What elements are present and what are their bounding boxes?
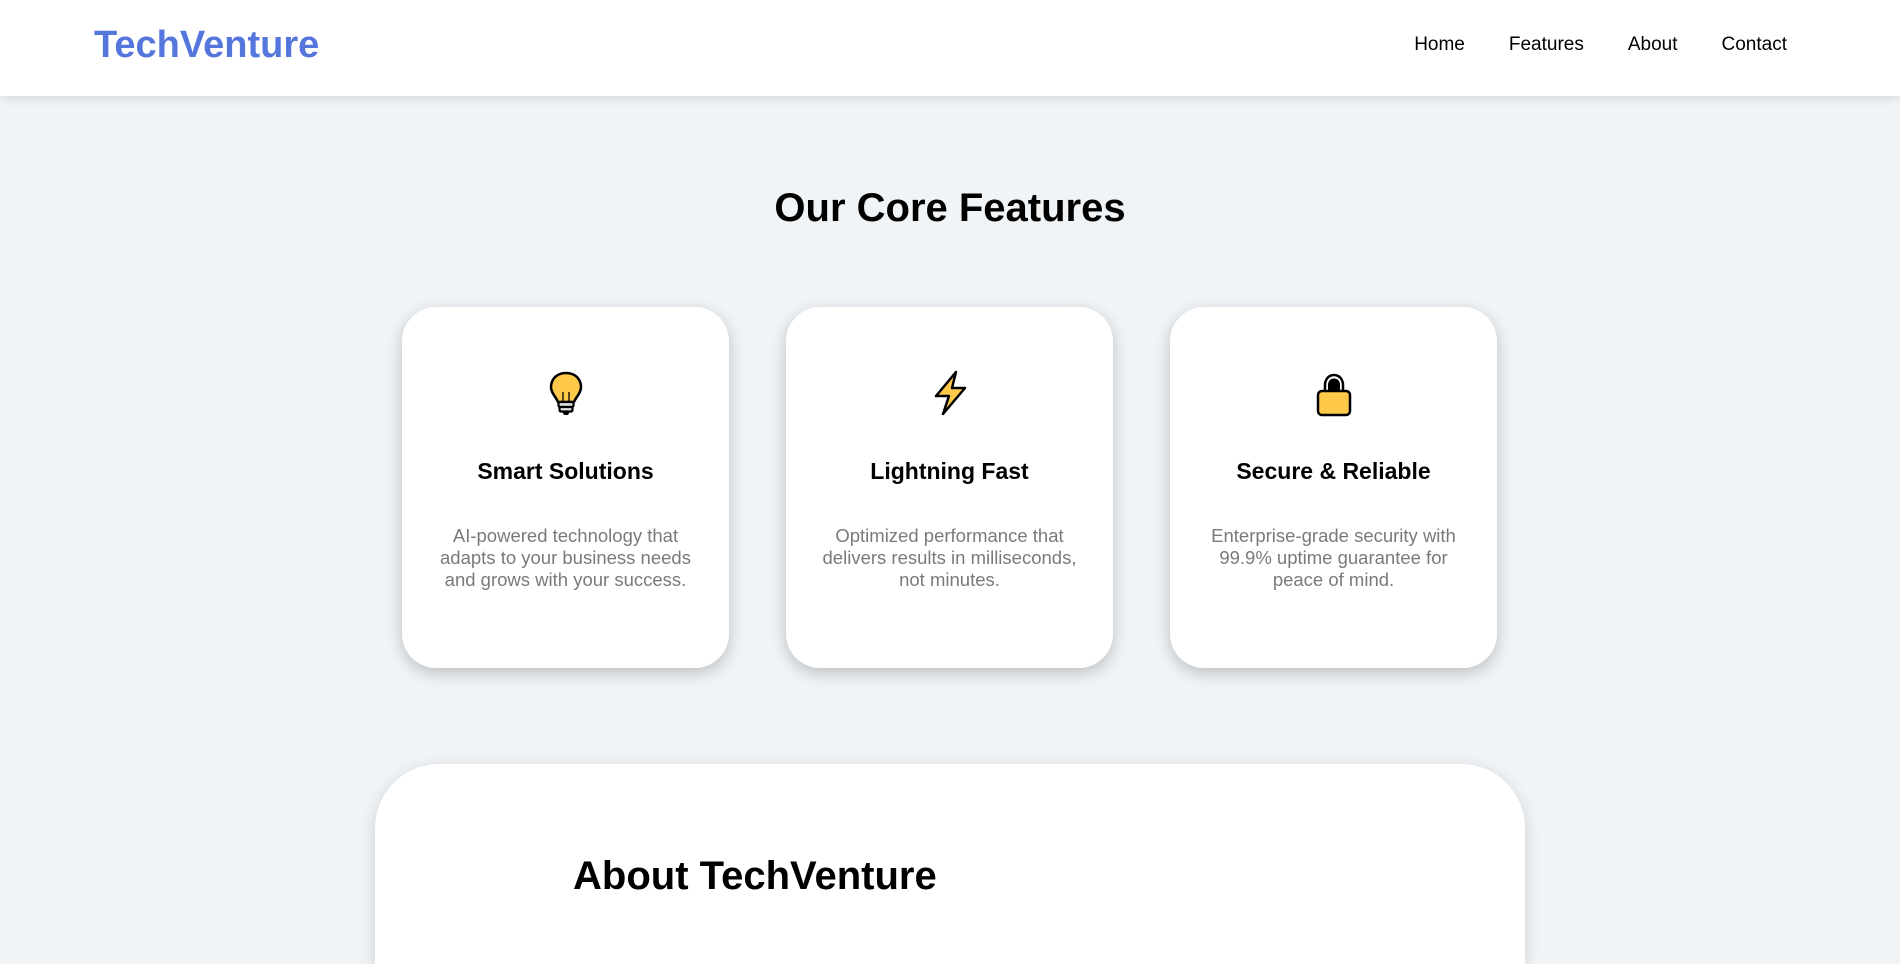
feature-card-description: Enterprise-grade security with 99.9% upt… (1211, 525, 1456, 590)
feature-card-lightning-fast: Lightning Fast Optimized performance tha… (786, 307, 1113, 668)
feature-card-title: Smart Solutions (477, 458, 654, 484)
feature-card-secure-reliable: Secure & Reliable Enterprise-grade secur… (1170, 307, 1497, 668)
about-section: About TechVenture (375, 764, 1525, 964)
features-title: Our Core Features (774, 186, 1126, 230)
feature-card-title: Secure & Reliable (1236, 458, 1431, 484)
nav-link-features[interactable]: Features (1509, 32, 1584, 58)
feature-card-title: Lightning Fast (870, 458, 1029, 484)
lock-icon (1170, 368, 1497, 418)
nav-link-home[interactable]: Home (1414, 32, 1465, 58)
feature-card-description: Optimized performance that delivers resu… (822, 525, 1077, 590)
lightning-icon (786, 368, 1113, 418)
about-title: About TechVenture (573, 854, 937, 898)
lightbulb-icon (402, 368, 729, 418)
site-header: TechVenture Home Features About Contact (0, 0, 1900, 96)
nav-link-contact[interactable]: Contact (1722, 32, 1787, 58)
feature-card-smart-solutions: Smart Solutions AI-powered technology th… (402, 307, 729, 668)
main-nav: Home Features About Contact (1370, 32, 1787, 58)
feature-card-description: AI-powered technology that adapts to you… (440, 525, 691, 590)
nav-link-about[interactable]: About (1628, 32, 1678, 58)
logo[interactable]: TechVenture (94, 22, 319, 68)
